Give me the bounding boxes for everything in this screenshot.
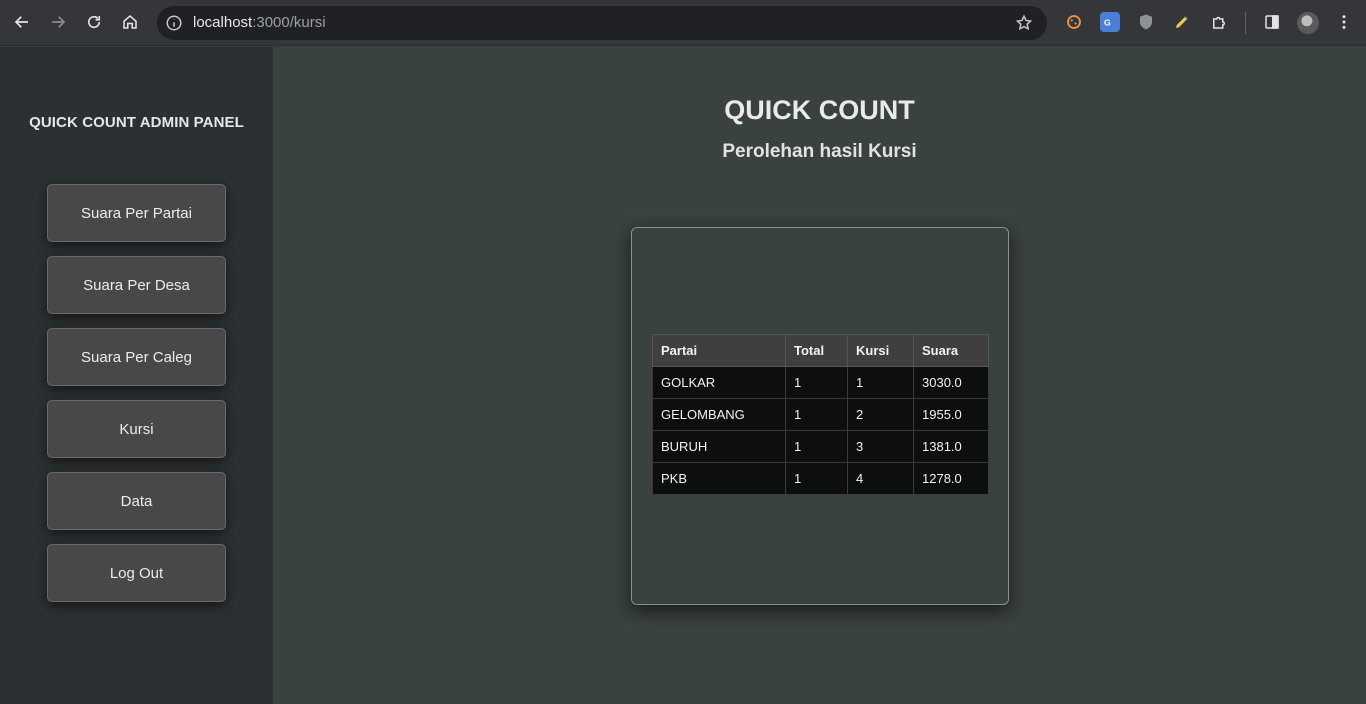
cell-suara: 1278.0 bbox=[913, 462, 989, 495]
sidebar-title: QUICK COUNT ADMIN PANEL bbox=[29, 114, 244, 131]
logout-button[interactable]: Log Out bbox=[47, 544, 226, 602]
table-header-row: Partai Total Kursi Suara bbox=[652, 334, 989, 367]
info-icon[interactable] bbox=[165, 14, 183, 32]
cell-total: 1 bbox=[785, 366, 848, 399]
cell-kursi: 1 bbox=[847, 366, 914, 399]
nav-button-suara-per-caleg[interactable]: Suara Per Caleg bbox=[47, 328, 226, 386]
page-subtitle: Perolehan hasil Kursi bbox=[722, 141, 917, 162]
cell-kursi: 2 bbox=[847, 398, 914, 431]
home-icon[interactable] bbox=[115, 7, 145, 37]
pen-extension-icon[interactable] bbox=[1172, 12, 1192, 32]
cell-suara: 1381.0 bbox=[913, 430, 989, 463]
table-row: PKB 1 4 1278.0 bbox=[652, 462, 989, 495]
column-header-partai: Partai bbox=[652, 334, 786, 367]
table-row: GELOMBANG 1 2 1955.0 bbox=[652, 398, 989, 431]
cell-partai: PKB bbox=[652, 462, 786, 495]
extensions-puzzle-icon[interactable] bbox=[1204, 7, 1234, 37]
results-table: Partai Total Kursi Suara GOLKAR 1 1 3030… bbox=[652, 334, 989, 495]
back-icon[interactable] bbox=[7, 7, 37, 37]
cell-partai: BURUH bbox=[652, 430, 786, 463]
table-row: BURUH 1 3 1381.0 bbox=[652, 430, 989, 463]
url-text[interactable]: localhost:3000/kursi bbox=[193, 14, 326, 31]
svg-text:G: G bbox=[1104, 17, 1111, 27]
column-header-total: Total bbox=[785, 334, 848, 367]
cell-kursi: 4 bbox=[847, 462, 914, 495]
cell-suara: 1955.0 bbox=[913, 398, 989, 431]
sidebar: QUICK COUNT ADMIN PANEL Suara Per Partai… bbox=[0, 47, 273, 704]
column-header-suara: Suara bbox=[913, 334, 989, 367]
side-panel-icon[interactable] bbox=[1257, 7, 1287, 37]
cookie-extension-icon[interactable] bbox=[1064, 12, 1084, 32]
reload-icon[interactable] bbox=[79, 7, 109, 37]
toolbar-divider bbox=[1245, 12, 1246, 34]
star-icon[interactable] bbox=[1015, 14, 1033, 32]
results-card: Partai Total Kursi Suara GOLKAR 1 1 3030… bbox=[631, 227, 1009, 605]
nav-button-data[interactable]: Data bbox=[47, 472, 226, 530]
page-title: QUICK COUNT bbox=[724, 95, 915, 125]
cell-total: 1 bbox=[785, 398, 848, 431]
table-row: GOLKAR 1 1 3030.0 bbox=[652, 366, 989, 399]
address-bar[interactable]: localhost:3000/kursi bbox=[157, 6, 1047, 40]
forward-icon[interactable] bbox=[43, 7, 73, 37]
cell-kursi: 3 bbox=[847, 430, 914, 463]
nav-button-suara-per-partai[interactable]: Suara Per Partai bbox=[47, 184, 226, 242]
url-host: localhost bbox=[193, 14, 253, 31]
url-path: :3000/kursi bbox=[252, 14, 326, 31]
cell-partai: GOLKAR bbox=[652, 366, 786, 399]
cell-total: 1 bbox=[785, 462, 848, 495]
translate-extension-icon[interactable]: G bbox=[1100, 12, 1120, 32]
menu-kebab-icon[interactable] bbox=[1329, 7, 1359, 37]
profile-avatar[interactable] bbox=[1297, 12, 1319, 34]
cell-partai: GELOMBANG bbox=[652, 398, 786, 431]
cell-suara: 3030.0 bbox=[913, 366, 989, 399]
browser-toolbar: localhost:3000/kursi G bbox=[0, 0, 1366, 46]
ublock-extension-icon[interactable] bbox=[1136, 12, 1156, 32]
nav-button-kursi[interactable]: Kursi bbox=[47, 400, 226, 458]
cell-total: 1 bbox=[785, 430, 848, 463]
nav-button-suara-per-desa[interactable]: Suara Per Desa bbox=[47, 256, 226, 314]
column-header-kursi: Kursi bbox=[847, 334, 914, 367]
